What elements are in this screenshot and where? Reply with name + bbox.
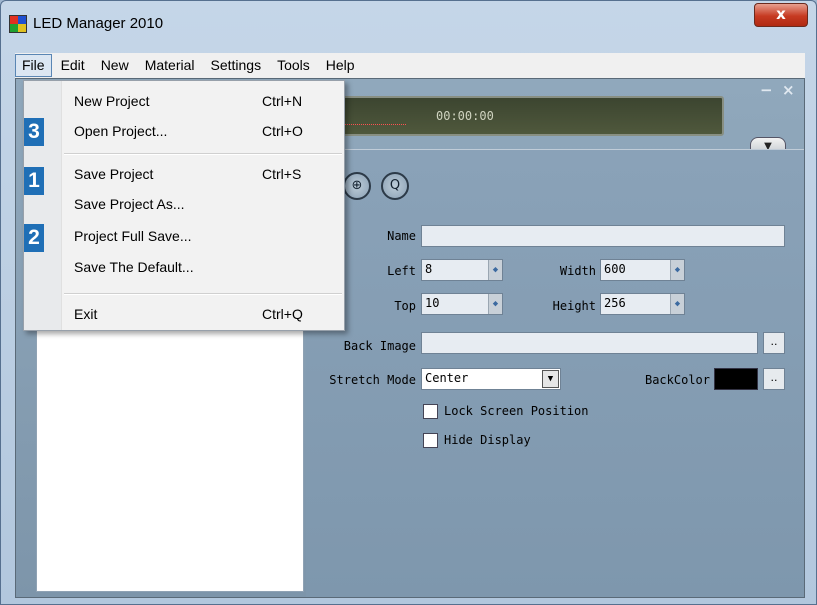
- step-badge-3: 3: [24, 118, 44, 146]
- player-display: 00:00:00: [326, 96, 724, 136]
- hide-display-checkbox[interactable]: [423, 433, 438, 448]
- left-field[interactable]: 8 ◆: [421, 259, 503, 281]
- menu-separator: [64, 293, 342, 295]
- menu-item-label: New Project: [74, 93, 150, 109]
- panel-close-button[interactable]: ×: [782, 81, 795, 99]
- zoom-in-icon[interactable]: ⊕: [343, 172, 371, 200]
- menu-item-save-project-as[interactable]: Save Project As...: [24, 190, 346, 220]
- app-window: LED Manager 2010 x File Edit New Materia…: [0, 0, 817, 605]
- menu-item-shortcut: Ctrl+O: [262, 123, 303, 139]
- menu-item-exit[interactable]: Exit Ctrl+Q: [24, 300, 346, 330]
- menu-item-save-the-default[interactable]: Save The Default...: [24, 253, 346, 283]
- menu-item-label: Save Project As...: [74, 196, 185, 212]
- title-bar[interactable]: LED Manager 2010 x: [1, 1, 816, 51]
- menu-tools[interactable]: Tools: [270, 54, 317, 77]
- panel-minimize-button[interactable]: −: [760, 81, 773, 99]
- menu-item-label: Exit: [74, 306, 98, 322]
- menu-new[interactable]: New: [94, 54, 136, 77]
- left-spin-icon[interactable]: ◆: [488, 260, 502, 280]
- stretch-mode-label: Stretch Mode: [329, 373, 416, 387]
- back-image-field[interactable]: [421, 332, 758, 354]
- menu-file[interactable]: File: [15, 54, 52, 77]
- project-tree-panel[interactable]: [36, 329, 304, 592]
- menu-bar: File Edit New Material Settings Tools He…: [15, 53, 805, 78]
- back-image-label: Back Image: [343, 339, 416, 353]
- left-value: 8: [425, 262, 433, 276]
- top-spin-icon[interactable]: ◆: [488, 294, 502, 314]
- menu-edit[interactable]: Edit: [54, 54, 92, 77]
- app-logo-icon: [9, 15, 27, 33]
- name-field[interactable]: [421, 225, 785, 247]
- menu-item-shortcut: Ctrl+Q: [262, 306, 303, 322]
- height-label: Height: [552, 299, 596, 313]
- width-field[interactable]: 600 ◆: [600, 259, 685, 281]
- zoom-out-icon[interactable]: Q: [381, 172, 409, 200]
- lock-screen-checkbox[interactable]: [423, 404, 438, 419]
- stretch-mode-value: Center: [425, 371, 469, 385]
- menu-item-label: Open Project...: [74, 123, 168, 139]
- height-field[interactable]: 256 ◆: [600, 293, 685, 315]
- stretch-mode-select[interactable]: Center ▼: [421, 368, 561, 390]
- window-close-button[interactable]: x: [754, 3, 808, 27]
- menu-item-open-project[interactable]: 3 Open Project... Ctrl+O: [24, 117, 346, 147]
- menu-item-save-project[interactable]: 1 Save Project Ctrl+S: [24, 160, 346, 195]
- width-spin-icon[interactable]: ◆: [670, 260, 684, 280]
- top-field[interactable]: 10 ◆: [421, 293, 503, 315]
- back-color-label: BackColor: [644, 373, 710, 387]
- hide-display-label: Hide Display: [444, 433, 531, 447]
- height-value: 256: [604, 296, 626, 310]
- menu-item-project-full-save[interactable]: 2 Project Full Save...: [24, 222, 346, 252]
- lock-screen-label: Lock Screen Position: [444, 404, 589, 418]
- width-value: 600: [604, 262, 626, 276]
- menu-help[interactable]: Help: [319, 54, 362, 77]
- back-color-browse-button[interactable]: ..: [763, 368, 785, 390]
- menu-separator: [64, 153, 342, 155]
- menu-item-label: Save The Default...: [74, 259, 194, 275]
- menu-item-label: Save Project: [74, 166, 154, 182]
- back-image-browse-button[interactable]: ..: [763, 332, 785, 354]
- menu-item-new-project[interactable]: New Project Ctrl+N: [24, 87, 346, 117]
- menu-item-shortcut: Ctrl+S: [262, 166, 302, 182]
- menu-settings[interactable]: Settings: [204, 54, 269, 77]
- top-value: 10: [425, 296, 440, 310]
- player-time: 00:00:00: [436, 109, 494, 123]
- chevron-down-icon[interactable]: ▼: [542, 370, 559, 388]
- menu-material[interactable]: Material: [138, 54, 202, 77]
- window-title: LED Manager 2010: [33, 15, 164, 32]
- player-progress-dots: [336, 124, 406, 125]
- height-spin-icon[interactable]: ◆: [670, 294, 684, 314]
- step-badge-2: 2: [24, 224, 44, 252]
- width-label: Width: [559, 264, 596, 278]
- menu-item-shortcut: Ctrl+N: [262, 93, 303, 109]
- file-menu-dropdown: New Project Ctrl+N 3 Open Project... Ctr…: [23, 80, 345, 331]
- menu-item-label: Project Full Save...: [74, 228, 192, 244]
- back-color-swatch[interactable]: [714, 368, 758, 390]
